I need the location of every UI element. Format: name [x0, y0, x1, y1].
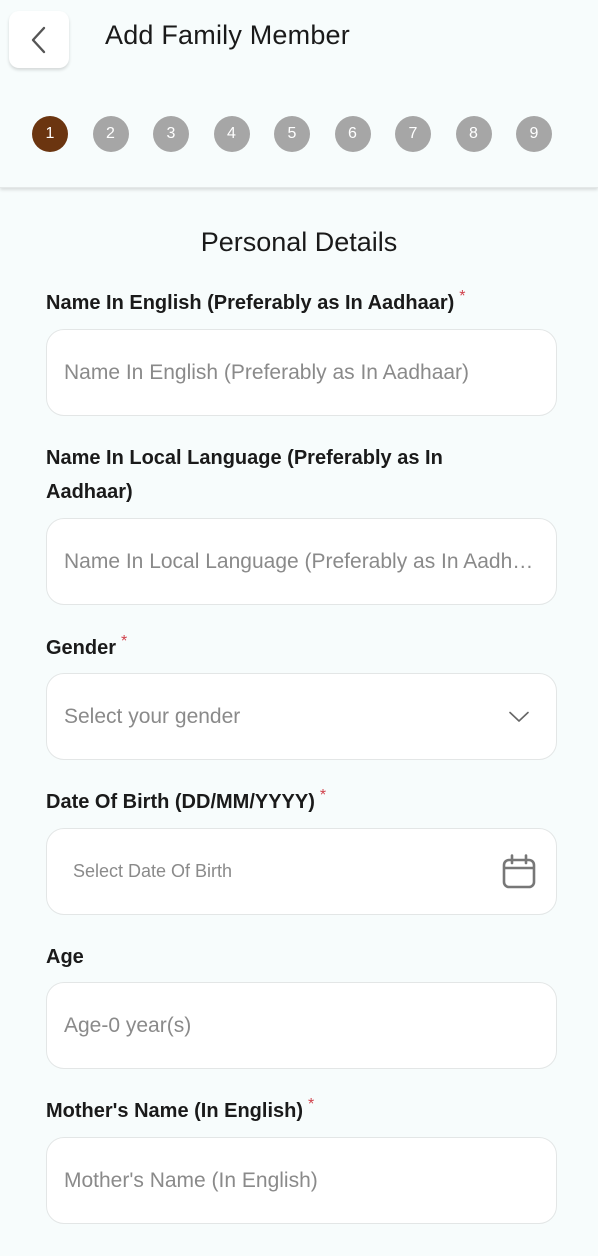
section-title: Personal Details	[200, 227, 398, 257]
age-input[interactable]: Age-0 year(s)	[46, 982, 557, 1069]
step-4[interactable]: 4	[213, 116, 250, 152]
name-english-label: Name In English (Preferably as In Aadhaa…	[46, 286, 546, 320]
calendar-icon[interactable]	[502, 853, 536, 889]
gender-label-text: Gender	[46, 637, 117, 659]
mother-name-placeholder: Mother's Name (In English)	[64, 1168, 318, 1192]
name-english-label-text: Name In English (Preferably as In Aadhaa…	[46, 292, 455, 314]
mother-name-input[interactable]: Mother's Name (In English)	[46, 1137, 557, 1224]
dob-placeholder: Select Date Of Birth	[73, 861, 233, 881]
app-header: Add Family Member 1 2 3 4 5 6 7 8 9	[0, 0, 598, 188]
chevron-down-icon	[502, 700, 536, 734]
name-english-input[interactable]: Name In English (Preferably as In Aadhaa…	[46, 329, 557, 416]
name-local-label-text: Name In Local Language (Preferably as In…	[46, 447, 443, 503]
name-local-label: Name In Local Language (Preferably as In…	[46, 441, 516, 509]
age-label: Age	[46, 940, 546, 974]
step-5[interactable]: 5	[274, 116, 310, 152]
required-mark: *	[319, 787, 327, 804]
step-1[interactable]: 1	[32, 116, 68, 152]
mother-name-label-text: Mother's Name (In English)	[46, 1100, 304, 1122]
step-2[interactable]: 2	[92, 116, 129, 152]
age-placeholder: Age-0 year(s)	[64, 1013, 192, 1037]
required-mark: *	[308, 1096, 315, 1113]
step-8[interactable]: 8	[455, 116, 492, 152]
step-6[interactable]: 6	[334, 116, 371, 152]
name-local-input[interactable]: Name In Local Language (Preferably as In…	[46, 518, 557, 605]
name-english-placeholder: Name In English (Preferably as In Aadhaa…	[64, 360, 470, 384]
chevron-left-icon	[31, 26, 46, 53]
dob-picker[interactable]: Select Date Of Birth	[46, 828, 557, 915]
page-title: Add Family Member	[105, 20, 350, 50]
step-3[interactable]: 3	[153, 116, 189, 152]
step-7[interactable]: 7	[395, 116, 431, 152]
name-local-placeholder: Name In Local Language (Preferably as In…	[64, 549, 536, 573]
age-label-text: Age	[46, 946, 84, 968]
gender-label: Gender *	[46, 631, 546, 665]
step-indicator: 1 2 3 4 5 6 7 8 9	[32, 116, 577, 152]
required-mark: *	[459, 288, 466, 305]
gender-select[interactable]: Select your gender	[46, 673, 557, 760]
gender-placeholder: Select your gender	[64, 704, 241, 728]
back-button[interactable]	[9, 11, 69, 68]
mother-name-label: Mother's Name (In English) *	[46, 1094, 546, 1128]
step-9[interactable]: 9	[516, 116, 552, 152]
required-mark: *	[121, 633, 128, 650]
dob-label-text: Date Of Birth (DD/MM/YYYY)	[46, 791, 315, 813]
dob-label: Date Of Birth (DD/MM/YYYY) *	[46, 785, 546, 819]
